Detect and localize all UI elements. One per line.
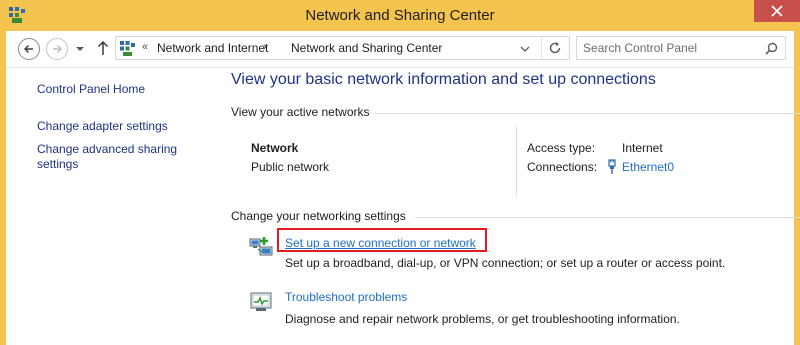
page-title: View your basic network information and … <box>231 71 656 88</box>
troubleshoot-problems-description: Diagnose and repair network problems, or… <box>285 312 680 326</box>
access-type-label: Access type: <box>527 141 596 155</box>
navigation-bar: « Network and Internet › Network and Sha… <box>6 31 794 68</box>
forward-button[interactable] <box>46 38 68 60</box>
setup-new-connection-link[interactable]: Set up a new connection or network <box>285 236 476 250</box>
title-bar[interactable]: Network and Sharing Center <box>0 0 800 31</box>
window-title: Network and Sharing Center <box>305 7 495 24</box>
vertical-divider <box>516 126 517 196</box>
ethernet-connection-link[interactable]: Ethernet0 <box>622 160 674 174</box>
breadcrumb-separator[interactable]: › <box>263 41 267 53</box>
search-icon[interactable] <box>765 42 778 55</box>
change-adapter-settings-link[interactable]: Change adapter settings <box>37 119 197 134</box>
recent-locations-button[interactable] <box>75 44 85 54</box>
main-pane: View your basic network information and … <box>211 68 800 345</box>
troubleshoot-problems-link[interactable]: Troubleshoot problems <box>285 290 407 304</box>
control-panel-home-link[interactable]: Control Panel Home <box>37 82 197 97</box>
search-box[interactable] <box>576 36 786 60</box>
close-icon <box>771 5 783 17</box>
change-advanced-sharing-settings-link[interactable]: Change advanced sharing settings <box>37 142 197 172</box>
access-type-value: Internet <box>622 141 663 155</box>
left-pane: Control Panel Home Change adapter settin… <box>6 68 211 345</box>
forward-arrow-icon <box>53 45 62 53</box>
search-input[interactable] <box>583 40 753 56</box>
chevron-down-icon[interactable] <box>520 45 530 53</box>
back-arrow-icon <box>24 45 33 53</box>
network-type-link[interactable]: Public network <box>251 160 329 174</box>
ethernet-icon <box>608 159 616 174</box>
address-bar[interactable]: « Network and Internet › Network and Sha… <box>115 36 570 60</box>
networking-settings-heading: Change your networking settings <box>231 209 406 223</box>
connections-label: Connections: <box>527 160 598 174</box>
breadcrumb-network-sharing-center[interactable]: Network and Sharing Center <box>291 41 442 55</box>
troubleshoot-icon <box>250 292 272 311</box>
network-sharing-window: Network and Sharing Center « Network and… <box>0 0 800 345</box>
active-networks-heading: View your active networks <box>231 105 370 119</box>
setup-new-connection-description: Set up a broadband, dial-up, or VPN conn… <box>285 256 726 270</box>
breadcrumb-overflow[interactable]: « <box>142 41 148 53</box>
close-button[interactable] <box>754 0 800 22</box>
breadcrumb-network-internet[interactable]: Network and Internet <box>157 41 268 55</box>
new-connection-icon <box>249 237 273 256</box>
up-arrow-icon[interactable] <box>96 40 110 56</box>
control-panel-icon <box>120 41 135 56</box>
refresh-icon[interactable] <box>548 41 562 55</box>
address-divider <box>541 38 542 58</box>
window-frame-right <box>794 31 800 345</box>
section-divider <box>375 113 800 114</box>
back-button[interactable] <box>18 38 40 60</box>
network-name: Network <box>251 141 299 155</box>
section-divider <box>415 217 800 218</box>
